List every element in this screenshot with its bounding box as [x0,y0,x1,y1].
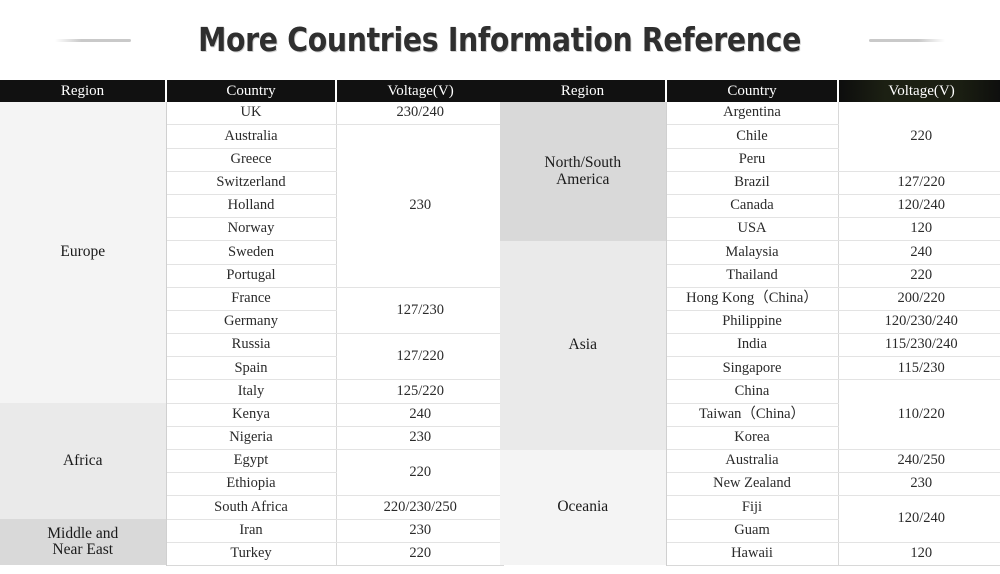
country-cell: USA [666,217,839,242]
voltage-cell: 220 [838,102,1000,172]
country-cell: India [666,333,839,358]
voltage-cell: 120/230/240 [838,310,1000,335]
table-row: Europe UK 230/240 [0,102,504,404]
voltage-table-right: Region Country Voltage(V) North/South Ame… [500,80,1000,566]
country-cell: China [666,379,839,404]
voltage-cell: 120 [838,542,1000,566]
column-header-voltage: Voltage(V) [838,80,1000,103]
voltage-cell: 125/220 [336,379,504,404]
country-cell: Chile [666,124,839,149]
country-cell: Hong Kong（China） [666,287,839,311]
voltage-cell: 220/230/250 [336,495,504,520]
voltage-cell: 127/230 [336,287,504,335]
title-rule-right [868,38,945,42]
table-body-right: North/South America Argentina 220 Chile Peru B… [500,102,1000,566]
table-body-left: Europe UK 230/240 Australia 230 Greece Switzer… [0,102,504,566]
left-table-wrapper: Region Country Voltage(V) Europe UK 230/24… [0,80,504,566]
voltage-cell: 220 [336,542,504,566]
region-cell: Asia [500,240,667,450]
voltage-cell: 127/220 [336,333,504,381]
table-row: Africa Kenya 240 [0,403,504,520]
column-header-region: Region [0,80,167,103]
country-cell: South Africa [166,495,337,520]
country-cell: Australia [166,124,337,149]
voltage-cell: 230/240 [336,102,504,126]
country-cell: Argentina [666,102,839,126]
voltage-cell: 127/220 [838,171,1000,195]
country-cell: Kenya [166,403,337,427]
country-cell: Greece [166,148,337,172]
voltage-cell: 230 [336,426,504,451]
country-cell: Egypt [166,449,337,474]
voltage-cell: 120/240 [838,495,1000,543]
country-cell: UK [166,102,337,126]
column-header-voltage: Voltage(V) [336,80,504,103]
voltage-cell: 230 [336,519,504,543]
tables-container: Region Country Voltage(V) Europe UK 230/24… [0,80,1000,574]
region-cell: North/South America [500,102,667,241]
voltage-cell: 240 [336,403,504,427]
country-cell: Singapore [666,356,839,381]
voltage-cell: 120/240 [838,194,1000,219]
country-cell: Philippine [666,310,839,335]
country-cell: Ethiopia [166,472,337,497]
country-cell: Germany [166,310,337,335]
country-cell: Holland [166,194,337,219]
voltage-cell: 220 [838,264,1000,288]
header-row: Region Country Voltage(V) [500,80,1000,103]
country-cell: France [166,287,337,311]
country-cell: Malaysia [666,240,839,265]
voltage-cell: 230 [336,124,504,288]
region-cell: Africa [0,403,167,520]
page-title-bar: More Countries Information Reference [0,0,1000,80]
voltage-cell: 200/220 [838,287,1000,311]
country-cell: Korea [666,426,839,451]
voltage-cell: 115/230 [838,356,1000,381]
table-header-left: Region Country Voltage(V) [0,80,504,103]
voltage-cell: 120 [838,217,1000,242]
country-cell: Hawaii [666,542,839,566]
table-row: Middle and Near East Iran 230 [0,519,504,566]
voltage-cell: 240 [838,240,1000,265]
voltage-table-left: Region Country Voltage(V) Europe UK 230/24… [0,80,504,566]
header-row: Region Country Voltage(V) [0,80,504,103]
table-row: North/South America Argentina 220 [500,102,1000,241]
country-cell: Iran [166,519,337,543]
country-cell: Nigeria [166,426,337,451]
voltage-cell: 220 [336,449,504,497]
country-cell: Taiwan（China） [666,403,839,427]
country-cell: Canada [666,194,839,219]
country-cell: Italy [166,379,337,404]
table-row: Asia Malaysia 240 [500,240,1000,450]
country-cell: Fiji [666,495,839,520]
country-cell: Australia [666,449,839,474]
country-cell: Norway [166,217,337,242]
voltage-cell: 110/220 [838,379,1000,450]
country-cell: Switzerland [166,171,337,195]
country-cell: New Zealand [666,472,839,497]
region-cell: Oceania [500,449,667,566]
country-cell: Thailand [666,264,839,288]
country-cell: Brazil [666,171,839,195]
country-cell: Sweden [166,240,337,265]
voltage-cell: 240/250 [838,449,1000,474]
title-rule-left [55,38,132,42]
table-header-right: Region Country Voltage(V) [500,80,1000,103]
country-cell: Guam [666,519,839,543]
region-cell: Europe [0,102,167,404]
voltage-cell: 230 [838,472,1000,497]
country-cell: Russia [166,333,337,358]
voltage-cell: 115/230/240 [838,333,1000,358]
right-table-wrapper: Region Country Voltage(V) North/South Ame… [500,80,1000,566]
page-title: More Countries Information Reference [198,20,802,59]
table-row: Oceania Australia 240/250 [500,449,1000,566]
country-cell: Spain [166,356,337,381]
column-header-region: Region [500,80,667,103]
country-cell: Peru [666,148,839,172]
region-cell: Middle and Near East [0,519,167,566]
column-header-country: Country [166,80,337,103]
country-cell: Turkey [166,542,337,566]
column-header-country: Country [666,80,839,103]
country-cell: Portugal [166,264,337,288]
